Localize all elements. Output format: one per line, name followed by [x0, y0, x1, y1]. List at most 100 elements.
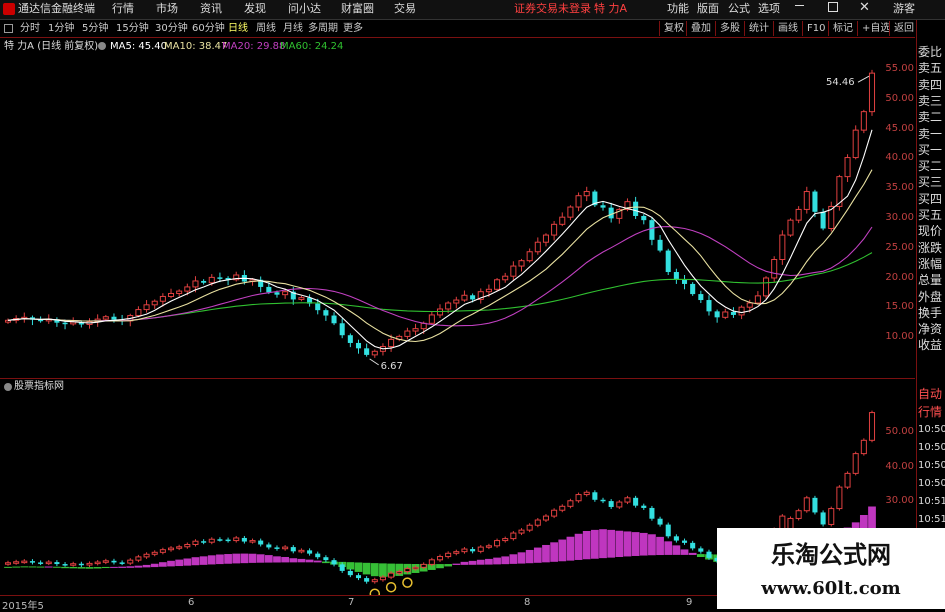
- tab-15min[interactable]: 15分钟: [116, 21, 149, 36]
- menu-item-trade[interactable]: 交易: [394, 2, 416, 16]
- y-tick-label: 50.00: [885, 92, 914, 104]
- ind-candle-up: [420, 563, 427, 568]
- ind-candle-down: [641, 505, 647, 508]
- trade-login-notice[interactable]: 证券交易未登录: [514, 2, 591, 16]
- ind-candle-up: [803, 497, 810, 512]
- mark-button[interactable]: 标记: [828, 21, 857, 36]
- ind-candle-down: [54, 562, 60, 565]
- ind-candle-down: [657, 518, 663, 525]
- quote-field-label: 涨跌: [918, 240, 943, 255]
- f10-button[interactable]: F10: [802, 21, 829, 36]
- ind-candle-up: [844, 472, 851, 488]
- draw-line-button[interactable]: 画线: [773, 21, 802, 36]
- menu-item-market[interactable]: 市场: [156, 2, 178, 16]
- ind-candle-up: [453, 551, 460, 554]
- adjust-button[interactable]: 复权: [659, 21, 688, 36]
- ind-candle-up: [388, 572, 395, 578]
- candle-down: [633, 201, 639, 216]
- x-label-sep: 9: [686, 597, 693, 608]
- back-button[interactable]: 返回: [889, 21, 918, 36]
- candle-up: [135, 309, 142, 317]
- high-arrow: [857, 75, 870, 83]
- candle-down: [730, 311, 736, 315]
- menu-item-layout[interactable]: 版面: [697, 2, 719, 16]
- ind-candle-up: [428, 559, 435, 565]
- ind-candle-down: [633, 497, 639, 506]
- quote-field-label: 外盘: [918, 289, 943, 304]
- menu-item-assistant[interactable]: 问小达: [288, 2, 321, 16]
- kline-chart[interactable]: 54.46 6.67: [0, 38, 915, 378]
- candle-up: [746, 302, 753, 308]
- candle-down: [706, 300, 712, 312]
- ind-candle-down: [266, 544, 272, 548]
- menu-item-quotes[interactable]: 行情: [112, 2, 134, 16]
- quote-field-label: 买二: [918, 159, 943, 174]
- tick-time: 10:51: [918, 496, 945, 507]
- ind-candle-down: [649, 507, 655, 519]
- candle-up: [485, 288, 492, 293]
- ind-y-tick-label: 40.00: [885, 460, 914, 472]
- tab-60min[interactable]: 60分钟: [192, 21, 225, 36]
- y-tick-label: 40.00: [885, 152, 914, 164]
- close-icon[interactable]: ✕: [859, 0, 870, 15]
- tab-timeshare[interactable]: 分时: [20, 21, 40, 36]
- menu-item-functions[interactable]: 功能: [667, 2, 689, 16]
- ind-candle-up: [828, 508, 835, 525]
- candle-down: [641, 215, 647, 221]
- menu-item-news[interactable]: 资讯: [200, 2, 222, 16]
- ind-candle-up: [143, 553, 150, 558]
- ind-candle-up: [795, 510, 802, 519]
- menu-item-wealth[interactable]: 财富圈: [341, 2, 374, 16]
- candle-up: [184, 286, 191, 292]
- menu-item-discover[interactable]: 发现: [244, 2, 266, 16]
- candle-down: [217, 277, 223, 279]
- maximize-icon[interactable]: [828, 2, 838, 12]
- ind-candle-down: [339, 564, 345, 571]
- ind-candle-up: [184, 543, 191, 548]
- x-label-jul: 7: [348, 597, 355, 608]
- menu-item-options[interactable]: 选项: [758, 2, 780, 16]
- ind-candle-down: [241, 537, 247, 542]
- candle-down: [657, 239, 663, 251]
- candle-down: [266, 286, 272, 293]
- quote-field-label: 收益: [918, 338, 943, 353]
- tab-5min[interactable]: 5分钟: [82, 21, 108, 36]
- ind-candle-down: [364, 578, 370, 582]
- tab-daily[interactable]: 日线: [228, 21, 248, 36]
- menu-item-formula[interactable]: 公式: [728, 2, 750, 16]
- tab-weekly[interactable]: 周线: [256, 21, 276, 36]
- candle-up: [583, 191, 590, 197]
- multi-stock-button[interactable]: 多股: [715, 21, 744, 36]
- candle-up: [738, 306, 745, 316]
- y-tick-label: 15.00: [885, 301, 914, 313]
- candle-down: [714, 311, 720, 318]
- quote-field-label: 卖二: [918, 110, 943, 125]
- tab-30min[interactable]: 30分钟: [155, 21, 188, 36]
- candle-down: [355, 342, 362, 349]
- tab-more[interactable]: 更多: [343, 21, 363, 36]
- candle-up: [371, 350, 378, 356]
- watermark-title: 乐淘公式网: [771, 541, 891, 569]
- ind-candle-up: [485, 545, 492, 548]
- quote-field-label: 买五: [918, 208, 943, 222]
- ind-candle-down: [78, 563, 84, 566]
- candle-up: [461, 294, 468, 301]
- candle-up: [502, 275, 509, 281]
- ind-candle-down: [119, 562, 125, 564]
- tab-multi-period[interactable]: 多周期: [308, 21, 338, 36]
- tab-monthly[interactable]: 月线: [283, 21, 303, 36]
- ind-y-tick-label: 30.00: [885, 495, 914, 507]
- ind-candle-down: [323, 557, 329, 561]
- statistics-button[interactable]: 统计: [744, 21, 773, 36]
- candle-up: [208, 276, 215, 284]
- guest-label[interactable]: 游客: [893, 2, 915, 16]
- ind-candle-up: [852, 453, 859, 474]
- candle-up: [282, 291, 289, 296]
- ind-candle-up: [542, 515, 549, 521]
- ind-candle-up: [559, 505, 566, 511]
- minimize-icon[interactable]: [795, 5, 804, 6]
- ind-candle-up: [135, 556, 142, 561]
- tab-1min[interactable]: 1分钟: [48, 21, 74, 36]
- overlay-button[interactable]: 叠加: [686, 21, 715, 36]
- toolbar-toggle-icon[interactable]: [4, 24, 13, 33]
